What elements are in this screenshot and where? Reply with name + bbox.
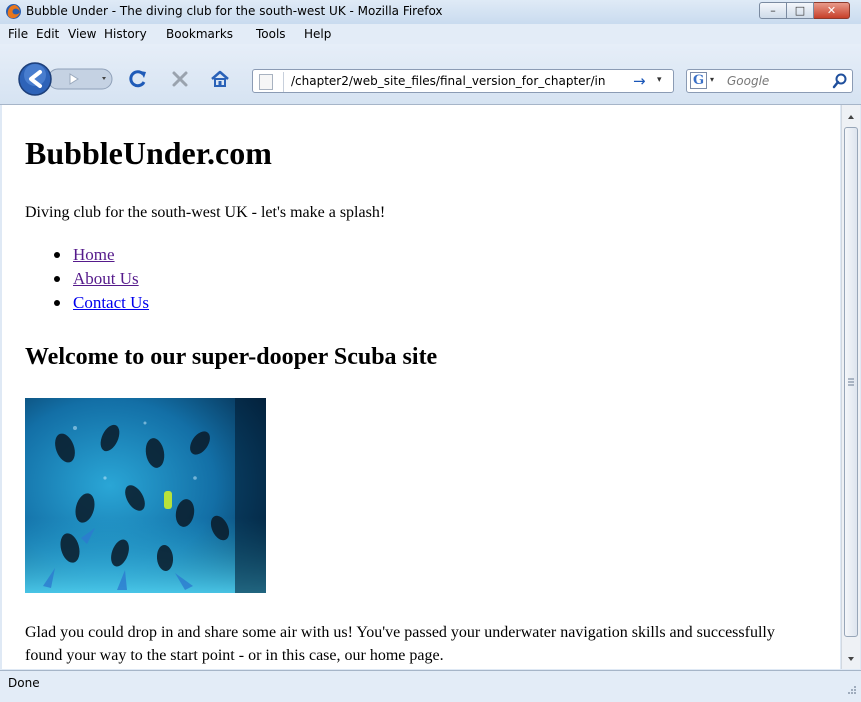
- back-icon[interactable]: [18, 62, 52, 96]
- menu-help[interactable]: Help: [304, 27, 331, 41]
- bullet-icon: [54, 252, 60, 258]
- search-bar[interactable]: G ▾ Google: [686, 69, 853, 93]
- bullet-icon: [54, 300, 60, 306]
- nav-link-about[interactable]: About Us: [73, 269, 139, 289]
- scroll-up-icon[interactable]: [845, 111, 857, 123]
- close-icon: ✕: [826, 4, 837, 17]
- nav-link-contact[interactable]: Contact Us: [73, 293, 149, 313]
- menu-bar: File Edit View History Bookmarks Tools H…: [0, 24, 861, 63]
- google-icon[interactable]: G: [690, 72, 707, 89]
- resize-grip-icon[interactable]: [847, 685, 857, 695]
- close-button[interactable]: ✕: [814, 2, 850, 19]
- intro-paragraph: Glad you could drop in and share some ai…: [25, 624, 775, 664]
- title-bar[interactable]: Bubble Under - The diving club for the s…: [0, 0, 861, 24]
- page-icon: [259, 74, 273, 90]
- scroll-down-icon[interactable]: [845, 653, 857, 665]
- menu-tools[interactable]: Tools: [256, 27, 286, 41]
- minimize-button[interactable]: –: [759, 2, 787, 19]
- reload-button[interactable]: [128, 69, 148, 89]
- scrollbar-thumb[interactable]: [844, 127, 858, 637]
- address-dropdown-icon[interactable]: ▾: [657, 75, 662, 85]
- address-separator: [283, 72, 284, 92]
- address-input[interactable]: /chapter2/web_site_files/final_version_f…: [291, 74, 626, 88]
- vertical-scrollbar[interactable]: [841, 105, 860, 669]
- reload-icon: [129, 70, 146, 88]
- stop-icon: [172, 71, 188, 87]
- status-text: Done: [8, 676, 40, 690]
- firefox-icon: [6, 4, 21, 19]
- go-arrow-icon[interactable]: →: [633, 72, 649, 90]
- status-bar: Done: [0, 670, 861, 702]
- bullet-icon: [54, 276, 60, 282]
- site-title: BubbleUnder.com: [25, 135, 272, 171]
- minimize-icon: –: [770, 4, 776, 17]
- home-button[interactable]: [210, 69, 230, 89]
- page-content: BubbleUnder.com Diving club for the sout…: [2, 105, 840, 669]
- back-forward-group: [18, 62, 113, 96]
- browser-window: Bubble Under - The diving club for the s…: [0, 0, 861, 702]
- maximize-icon: □: [794, 4, 806, 17]
- stop-button[interactable]: [170, 69, 190, 89]
- address-bar[interactable]: /chapter2/web_site_files/final_version_f…: [252, 69, 674, 93]
- nav-link-home[interactable]: Home: [73, 245, 115, 265]
- search-input[interactable]: Google: [727, 74, 769, 88]
- menu-view[interactable]: View: [68, 27, 96, 41]
- tagline: Diving club for the south-west UK - let'…: [25, 204, 386, 221]
- divers-photo: [25, 398, 266, 593]
- home-icon: [211, 70, 229, 87]
- menu-history[interactable]: History: [104, 27, 147, 41]
- window-title: Bubble Under - The diving club for the s…: [26, 4, 443, 18]
- search-icon[interactable]: [832, 72, 848, 90]
- maximize-button[interactable]: □: [787, 2, 814, 19]
- grip-icon: [848, 378, 854, 386]
- search-engine-dropdown-icon[interactable]: ▾: [710, 75, 714, 84]
- welcome-heading: Welcome to our super-dooper Scuba site: [25, 344, 438, 370]
- menu-bookmarks[interactable]: Bookmarks: [166, 27, 233, 41]
- menu-edit[interactable]: Edit: [36, 27, 59, 41]
- menu-file[interactable]: File: [8, 27, 28, 41]
- window-controls: – □ ✕: [759, 2, 855, 20]
